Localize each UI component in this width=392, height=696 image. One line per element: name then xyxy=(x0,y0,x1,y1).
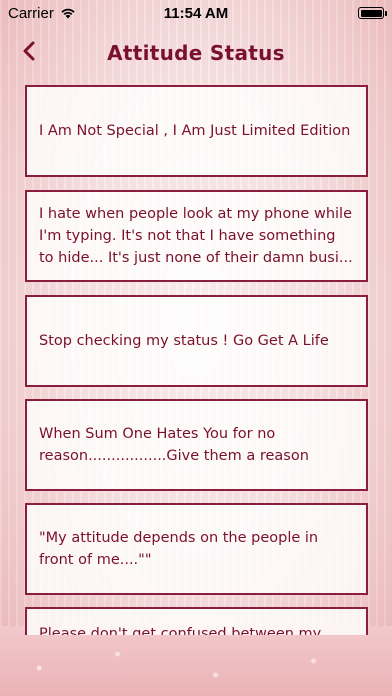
status-text: I hate when people look at my phone whil… xyxy=(39,206,353,266)
wifi-icon xyxy=(61,8,75,19)
status-text: When Sum One Hates You for no reason....… xyxy=(39,426,309,464)
status-card[interactable]: I hate when people look at my phone whil… xyxy=(25,190,368,282)
status-text: I Am Not Special , I Am Just Limited Edi… xyxy=(39,123,351,139)
battery-icon xyxy=(358,7,387,19)
status-text: Stop checking my status ! Go Get A Life xyxy=(39,333,329,349)
navigation-bar: Attitude Status xyxy=(0,26,392,80)
status-text: Please don't get confused between my xyxy=(39,626,322,635)
status-card[interactable]: Please don't get confused between my xyxy=(25,607,368,635)
status-card[interactable]: "My attitude depends on the people in fr… xyxy=(25,503,368,595)
status-list[interactable]: I Am Not Special , I Am Just Limited Edi… xyxy=(25,85,368,635)
status-left: Carrier xyxy=(8,5,76,22)
carrier-label: Carrier xyxy=(8,4,54,22)
status-card[interactable]: Stop checking my status ! Go Get A Life xyxy=(25,295,368,387)
status-bar: Carrier 11:54 AM xyxy=(0,0,392,26)
status-text: "My attitude depends on the people in fr… xyxy=(39,530,319,568)
back-button[interactable] xyxy=(14,36,44,66)
chevron-left-icon xyxy=(23,41,35,61)
status-card[interactable]: I Am Not Special , I Am Just Limited Edi… xyxy=(25,85,368,177)
battery-level xyxy=(360,9,382,17)
background-sparkle-footer xyxy=(0,626,392,696)
status-card[interactable]: When Sum One Hates You for no reason....… xyxy=(25,399,368,491)
page-title: Attitude Status xyxy=(107,41,285,65)
